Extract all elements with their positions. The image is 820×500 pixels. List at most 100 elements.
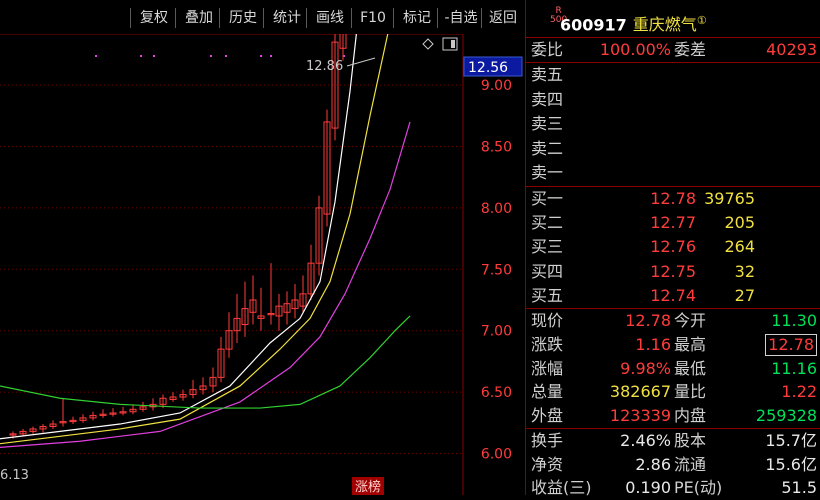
bid-row[interactable]: 买三 12.76 264 <box>526 235 820 259</box>
fund-label-2: 流通 <box>674 454 707 474</box>
toolbar-separator <box>351 8 352 28</box>
stock-code: 600917 <box>560 15 627 35</box>
fund-value: 0.190 <box>625 478 671 497</box>
ma60-line <box>0 315 411 409</box>
toolbar-separator <box>175 8 176 28</box>
fundamental-row: 净资 2.86 流通 15.6亿 <box>526 453 820 477</box>
bid-price: 12.78 <box>650 189 696 208</box>
ask-label: 卖四 <box>531 89 564 109</box>
marker-dot <box>153 55 155 57</box>
fundamental-row: 换手 2.46% 股本 15.7亿 <box>526 429 820 453</box>
stat-value: 382667 <box>609 382 671 402</box>
quote-panel: R 500 600917 重庆燃气① 委比 100.00% 委差 40293 卖五… <box>525 0 820 497</box>
stat-value: 123339 <box>609 406 671 426</box>
toolbar-separator <box>130 8 131 28</box>
toolbar-separator <box>481 8 482 28</box>
stat-label-2: 最高 <box>674 334 707 354</box>
toolbar-item-6[interactable]: 标记 <box>394 7 440 29</box>
toolbar-item-1[interactable]: 叠加 <box>176 7 222 29</box>
stat-label-2: 最低 <box>674 358 707 378</box>
bid-label: 买三 <box>531 237 564 257</box>
stat-value: 12.78 <box>625 311 671 330</box>
stock-title[interactable]: 600917 重庆燃气① <box>560 10 707 36</box>
stat-row: 涨幅 9.98% 最低 11.16 <box>526 357 820 381</box>
bid-row[interactable]: 买五 12.74 27 <box>526 284 820 308</box>
weicha-value: 40293 <box>766 40 817 59</box>
kline-chart[interactable]: 12.0011.5011.0010.5010.009.509.008.508.0… <box>0 34 525 495</box>
bid-price: 12.74 <box>650 285 696 305</box>
toolbar-item-8[interactable]: 返回 <box>482 7 524 29</box>
stat-value-2: 11.30 <box>771 311 817 330</box>
ask-row[interactable]: 卖二 <box>526 137 820 161</box>
stat-value-2: 12.78 <box>765 333 817 356</box>
ma10-line <box>0 34 389 445</box>
fund-label-2: 股本 <box>674 431 707 450</box>
price-tick-label: 7.00 <box>481 324 512 340</box>
ask-row[interactable]: 卖四 <box>526 88 820 112</box>
bid-volume: 205 <box>724 213 755 233</box>
toolbar-item-2[interactable]: 历史 <box>220 7 266 29</box>
fund-value-2: 51.5 <box>781 478 817 497</box>
marker-dot <box>270 55 272 57</box>
toolbar-separator <box>437 8 438 28</box>
marker-dot <box>95 55 97 57</box>
stat-label: 涨幅 <box>531 358 564 378</box>
bid-row[interactable]: 买一 12.78 39765 <box>526 187 820 211</box>
weicha-label: 委差 <box>674 40 707 59</box>
marker-dot <box>225 55 227 57</box>
weibi-row: 委比 100.00% 委差 40293 <box>526 38 820 62</box>
stat-row: 现价 12.78 今开 11.30 <box>526 309 820 333</box>
bid-price: 12.76 <box>650 237 696 257</box>
price-tick-label: 6.50 <box>481 385 512 401</box>
stat-label-2: 量比 <box>674 382 707 402</box>
price-tick-label: 9.00 <box>481 78 512 94</box>
fundamental-row: 收益(三) 0.190 PE(动) 51.5 <box>526 476 820 500</box>
toolbar-item-7[interactable]: -自选 <box>438 7 484 29</box>
diamond-icon <box>422 38 434 50</box>
bid-label: 买四 <box>531 261 564 281</box>
low-annotation: 6.13 <box>0 468 29 483</box>
price-tick-label: 8.50 <box>481 140 512 156</box>
bid-price: 12.75 <box>650 261 696 281</box>
chart-toolbar: 复权 叠加 历史 统计 画线 F10 标记 -自选 返回 <box>0 0 525 34</box>
fund-value-2: 15.7亿 <box>765 431 817 450</box>
ask-label: 卖二 <box>531 138 564 158</box>
price-tick-label: 6.00 <box>481 447 512 463</box>
bid-price: 12.77 <box>650 213 696 233</box>
stat-value-2: 1.22 <box>781 382 817 402</box>
stat-row: 外盘 123339 内盘 259328 <box>526 404 820 428</box>
fund-value-2: 15.6亿 <box>765 454 817 474</box>
ask-row[interactable]: 卖一 <box>526 161 820 185</box>
toolbar-item-4[interactable]: 画线 <box>307 7 353 29</box>
toolbar-item-0[interactable]: 复权 <box>131 7 177 29</box>
bottom-tag: 涨榜 <box>355 479 381 495</box>
stat-label-2: 今开 <box>674 311 707 330</box>
bid-volume: 27 <box>734 285 755 305</box>
stock-name: 重庆燃气 <box>632 15 697 35</box>
weibi-value: 100.00% <box>599 40 671 59</box>
stat-label: 涨跌 <box>531 334 564 354</box>
bid-row[interactable]: 买二 12.77 205 <box>526 211 820 235</box>
price-tick-label: 8.00 <box>481 201 512 217</box>
stat-value: 1.16 <box>635 334 671 354</box>
fund-label: 净资 <box>531 454 564 474</box>
stat-label: 现价 <box>531 311 564 330</box>
price-tick-label: 7.50 <box>481 262 512 278</box>
stat-value-2: 11.16 <box>771 358 817 378</box>
high-annotation: 12.86 <box>306 59 343 74</box>
bid-volume: 39765 <box>704 189 755 208</box>
toolbar-item-5[interactable]: F10 <box>352 7 394 29</box>
current-price-tag: 12.56 <box>468 60 508 76</box>
stat-label: 总量 <box>531 382 564 402</box>
ask-row[interactable]: 卖三 <box>526 112 820 136</box>
stat-value: 9.98% <box>620 358 671 378</box>
fund-label-2: PE(动) <box>674 478 723 497</box>
marker-dot <box>260 55 262 57</box>
bid-volume: 264 <box>724 237 755 257</box>
toolbar-item-3[interactable]: 统计 <box>264 7 310 29</box>
bid-row[interactable]: 买四 12.75 32 <box>526 260 820 284</box>
stat-label-2: 内盘 <box>674 406 707 426</box>
marker-dot <box>140 55 142 57</box>
ask-row[interactable]: 卖五 <box>526 63 820 87</box>
weibi-label: 委比 <box>531 40 564 59</box>
